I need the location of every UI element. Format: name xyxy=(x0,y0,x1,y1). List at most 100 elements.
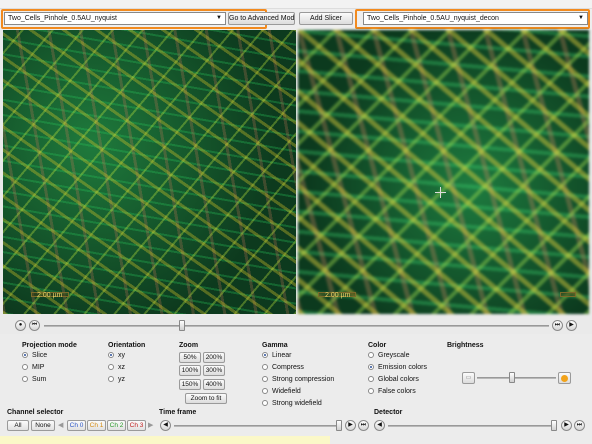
gamma-option-linear[interactable]: Linear xyxy=(262,352,291,359)
chevron-right-icon[interactable]: ▶ xyxy=(148,421,153,429)
option-label: Slice xyxy=(32,352,48,359)
option-label: Sum xyxy=(32,376,47,383)
radio-icon xyxy=(262,388,268,394)
color-option-global[interactable]: Global colors xyxy=(368,376,419,383)
channel-all-button[interactable]: All xyxy=(7,420,29,431)
radio-icon xyxy=(108,376,114,382)
orientation-option-yz[interactable]: yz xyxy=(108,376,125,383)
status-strip xyxy=(0,436,330,444)
left-image-select[interactable]: Two_Cells_Pinhole_0.5AU_nyquist ▼ xyxy=(4,12,226,25)
chevron-down-icon: ▼ xyxy=(578,15,584,21)
channel-none-button[interactable]: None xyxy=(31,420,55,431)
zoom-50-button[interactable]: 50% xyxy=(179,352,201,363)
projection-option-mip[interactable]: MIP xyxy=(22,364,44,371)
radio-icon xyxy=(22,352,28,358)
detector-track[interactable] xyxy=(388,425,556,427)
radio-icon xyxy=(262,400,268,406)
scale-bar-right-marker xyxy=(560,292,576,297)
radio-icon xyxy=(262,352,268,358)
brightness-track[interactable] xyxy=(477,377,556,379)
radio-icon xyxy=(108,364,114,370)
scale-bar-label: 2.00 µm xyxy=(325,292,351,299)
zoom-100-button[interactable]: 100% xyxy=(179,365,201,376)
time-frame-title: Time frame xyxy=(159,409,197,416)
time-end-icon[interactable]: ⏭ xyxy=(358,420,369,431)
advanced-mode-button[interactable]: Go to Advanced Mode xyxy=(228,12,295,25)
radio-icon xyxy=(262,364,268,370)
brightness-title: Brightness xyxy=(447,342,484,349)
skip-forward-icon[interactable]: ⏭ xyxy=(552,320,563,331)
option-label: MIP xyxy=(32,364,45,371)
detector-forward-icon[interactable]: ▶ xyxy=(561,420,572,431)
sun-icon xyxy=(561,375,568,382)
color-option-emission[interactable]: Emission colors xyxy=(368,364,427,371)
gamma-option-compress[interactable]: Compress xyxy=(262,364,304,371)
channel-3-button[interactable]: Ch 3 xyxy=(127,420,146,431)
control-panel: Projection mode Slice MIP Sum Orientatio… xyxy=(0,334,592,444)
option-label: Widefield xyxy=(272,388,301,395)
gamma-option-strong-widefield[interactable]: Strong widefield xyxy=(262,400,322,407)
chevron-left-icon[interactable]: ◀ xyxy=(58,421,63,429)
zoom-150-button[interactable]: 150% xyxy=(179,379,201,390)
gamma-option-strong-compression[interactable]: Strong compression xyxy=(262,376,334,383)
gamma-option-widefield[interactable]: Widefield xyxy=(262,388,301,395)
radio-icon xyxy=(368,376,374,382)
scale-bar-label: 2.00 µm xyxy=(37,292,63,299)
right-image-view[interactable] xyxy=(298,30,589,314)
orientation-option-xy[interactable]: xy xyxy=(108,352,125,359)
zoom-200-button[interactable]: 200% xyxy=(203,352,225,363)
orientation-title: Orientation xyxy=(108,342,146,349)
option-label: xy xyxy=(118,352,125,359)
zoom-to-fit-button[interactable]: Zoom to fit xyxy=(185,393,227,404)
option-label: Greyscale xyxy=(378,352,410,359)
time-frame-thumb[interactable] xyxy=(336,420,342,431)
orientation-option-xz[interactable]: xz xyxy=(108,364,125,371)
detector-end-icon[interactable]: ⏭ xyxy=(574,420,585,431)
play-icon[interactable]: ▶ xyxy=(566,320,577,331)
channel-selector-title: Channel selector xyxy=(7,409,64,416)
slice-slider-thumb[interactable] xyxy=(179,320,185,331)
crosshair-cursor xyxy=(435,187,446,198)
channel-0-button[interactable]: Ch 0 xyxy=(67,420,86,431)
detector-title: Detector xyxy=(374,409,403,416)
option-label: Compress xyxy=(272,364,304,371)
detector-back-icon[interactable]: ◀ xyxy=(374,420,385,431)
record-icon[interactable]: ● xyxy=(15,320,26,331)
window-titlebar xyxy=(0,0,592,9)
option-label: Global colors xyxy=(378,376,419,383)
right-image-select[interactable]: Two_Cells_Pinhole_0.5AU_nyquist_decon ▼ xyxy=(363,12,588,25)
brightness-slider-thumb[interactable] xyxy=(509,372,515,383)
time-forward-icon[interactable]: ▶ xyxy=(345,420,356,431)
option-label: xz xyxy=(118,364,125,371)
left-image-view[interactable]: 2.00 µm xyxy=(3,30,296,314)
gamma-title: Gamma xyxy=(262,342,288,349)
color-option-false[interactable]: False colors xyxy=(368,388,416,395)
top-toolbar: Two_Cells_Pinhole_0.5AU_nyquist ▼ Go to … xyxy=(0,9,592,30)
option-label: yz xyxy=(118,376,125,383)
time-back-icon[interactable]: ◀ xyxy=(160,420,171,431)
add-slicer-button[interactable]: Add Slicer xyxy=(299,12,353,25)
color-option-greyscale[interactable]: Greyscale xyxy=(368,352,410,359)
option-label: Strong widefield xyxy=(272,400,322,407)
projection-option-slice[interactable]: Slice xyxy=(22,352,47,359)
skip-back-icon[interactable]: ⏮ xyxy=(29,320,40,331)
zoom-title: Zoom xyxy=(179,342,199,349)
channel-2-button[interactable]: Ch 2 xyxy=(107,420,126,431)
detector-thumb[interactable] xyxy=(551,420,557,431)
projection-option-sum[interactable]: Sum xyxy=(22,376,46,383)
radio-icon xyxy=(108,352,114,358)
radio-icon xyxy=(22,364,28,370)
slice-track[interactable] xyxy=(44,325,549,327)
option-label: False colors xyxy=(378,388,416,395)
channel-1-button[interactable]: Ch 1 xyxy=(87,420,106,431)
radio-icon xyxy=(262,376,268,382)
brightness-increase-button[interactable] xyxy=(558,372,571,384)
zoom-300-button[interactable]: 300% xyxy=(203,365,225,376)
time-frame-track[interactable] xyxy=(174,425,342,427)
radio-icon xyxy=(368,352,374,358)
option-label: Strong compression xyxy=(272,376,335,383)
zoom-400-button[interactable]: 400% xyxy=(203,379,225,390)
radio-icon xyxy=(22,376,28,382)
radio-icon xyxy=(368,364,374,370)
brightness-decrease-button[interactable]: ▭ xyxy=(462,372,475,384)
